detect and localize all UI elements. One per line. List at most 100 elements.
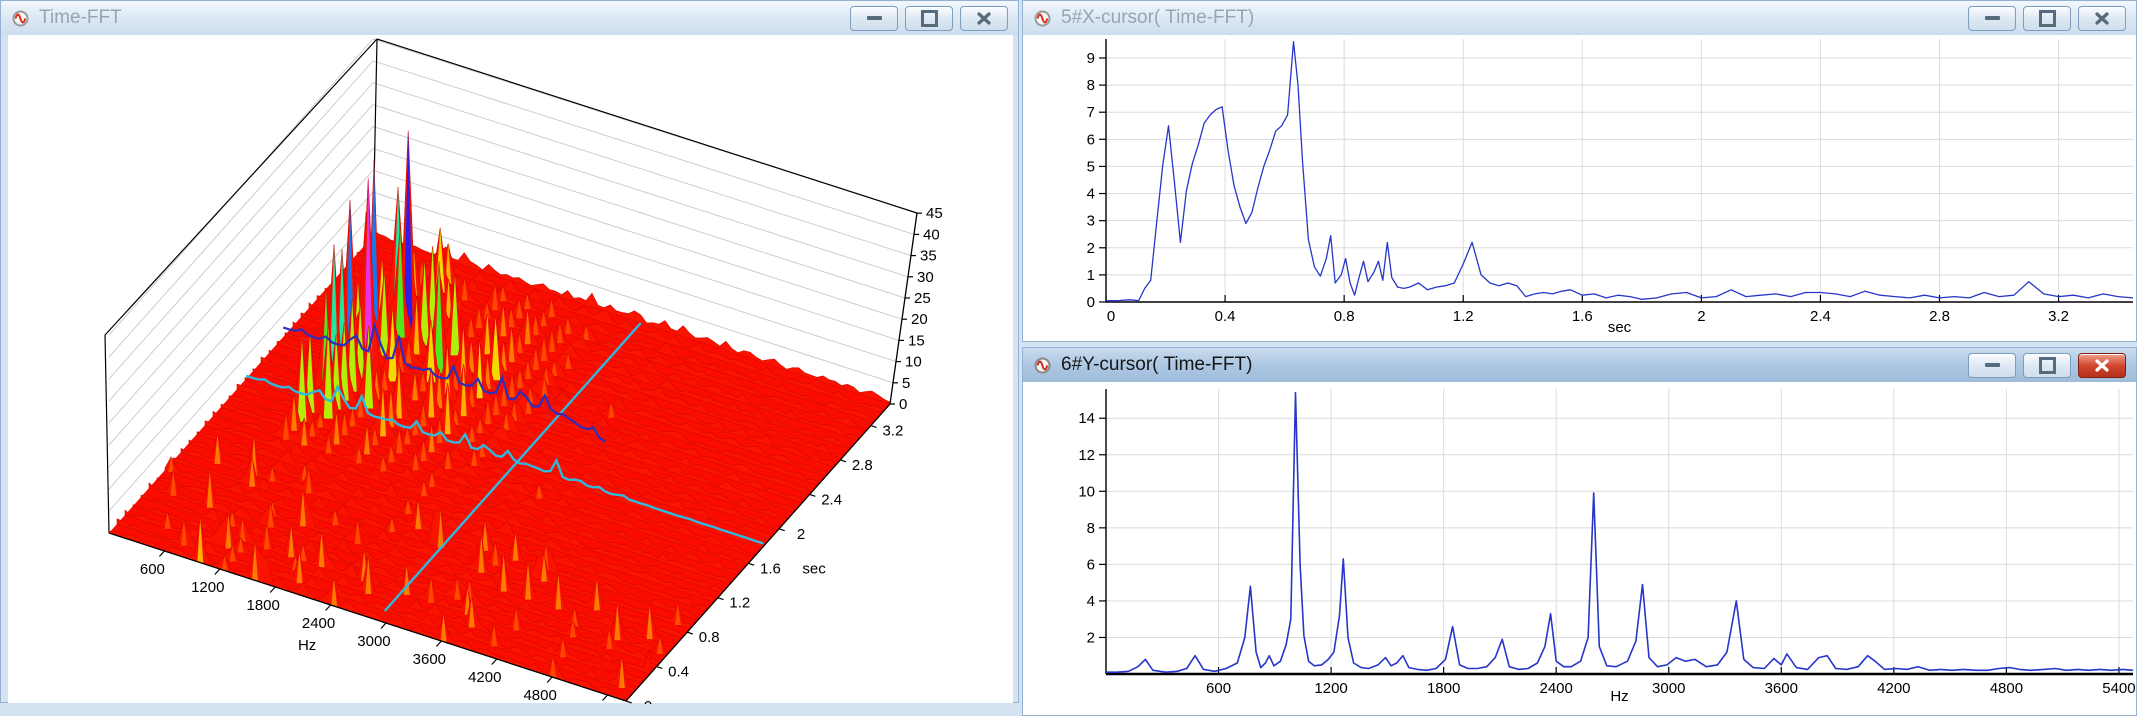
- y-tick-label: 6: [1087, 131, 1095, 148]
- close-icon: [2095, 12, 2109, 25]
- x-cursor-plot[interactable]: 00.40.81.21.622.42.83.20123456789sec: [1023, 35, 2136, 342]
- hz-tick-label: 1200: [191, 579, 224, 596]
- y-tick-label: 8: [1087, 77, 1095, 94]
- sec-tick-label: 1.6: [760, 560, 781, 577]
- sec-tick-label: 2.8: [852, 457, 873, 474]
- y-tick-label: 5: [1087, 158, 1095, 175]
- z-tick-label: 10: [905, 354, 922, 371]
- z-tick-label: 20: [911, 311, 928, 328]
- hz-tick-label: 4200: [468, 669, 501, 686]
- x-tick-label: 2.8: [1929, 308, 1950, 325]
- window-title: 5#X-cursor( Time-FFT): [1061, 7, 1254, 29]
- titlebar-time-fft[interactable]: Time-FFT: [1, 1, 1018, 36]
- y-tick-label: 8: [1087, 520, 1095, 537]
- minimize-icon: [867, 16, 882, 20]
- hz-tick-label: 3600: [413, 651, 446, 668]
- x-cursor-content: 00.40.81.21.622.42.83.20123456789sec: [1023, 35, 2136, 341]
- x-tick-label: 3.2: [2048, 308, 2069, 325]
- grid: [1106, 389, 2133, 674]
- y-tick-label: 2: [1087, 629, 1095, 646]
- close-button[interactable]: [2078, 6, 2126, 31]
- maximize-icon: [921, 10, 938, 27]
- y-tick-label: 7: [1087, 104, 1095, 121]
- x-tick-label: 0.4: [1215, 308, 1236, 325]
- y-tick-label: 6: [1087, 556, 1095, 573]
- window-title: Time-FFT: [39, 7, 122, 29]
- z-tick-label: 35: [920, 248, 937, 265]
- x-axis-title: sec: [1608, 319, 1632, 336]
- z-tick-label: 45: [926, 205, 943, 222]
- hz-axis-title: Hz: [298, 637, 316, 654]
- y-tick-label: 2: [1087, 240, 1095, 257]
- titlebar-x-cursor[interactable]: 5#X-cursor( Time-FFT): [1023, 1, 2136, 36]
- z-tick-label: 30: [917, 269, 934, 286]
- titlebar-y-cursor[interactable]: 6#Y-cursor( Time-FFT): [1023, 348, 2136, 383]
- maximize-button[interactable]: [2023, 6, 2071, 31]
- x-tick-label: 5400: [2102, 680, 2135, 697]
- y-tick-label: 1: [1087, 267, 1095, 284]
- signal-curve[interactable]: [1106, 42, 2133, 301]
- signal-wave-icon: [1033, 356, 1052, 375]
- window-controls: [1968, 353, 2126, 378]
- y-tick-label: 4: [1087, 593, 1095, 610]
- x-tick-label: 0.8: [1334, 308, 1355, 325]
- sec-axis-title: sec: [802, 560, 826, 577]
- sec-tick-label: 2.4: [821, 491, 842, 508]
- sec-tick-label: 0.8: [699, 629, 720, 646]
- y-cursor-content: 6001200180024003000360042004800540024681…: [1023, 382, 2136, 715]
- y-tick-label: 9: [1087, 50, 1095, 67]
- y-cursor-plot[interactable]: 6001200180024003000360042004800540024681…: [1023, 382, 2136, 715]
- y-tick-label: 14: [1078, 410, 1095, 427]
- y-tick-label: 10: [1078, 483, 1095, 500]
- x-tick-label: 4200: [1877, 680, 1910, 697]
- x-tick-label: 4800: [1990, 680, 2023, 697]
- x-tick-label: 1.6: [1572, 308, 1593, 325]
- hz-tick-label: 3000: [357, 633, 390, 650]
- y-tick-label: 4: [1087, 186, 1095, 203]
- grid: [1106, 39, 2133, 302]
- z-tick-label: 0: [899, 396, 907, 413]
- minimize-button[interactable]: [850, 6, 898, 31]
- fft3d-plot[interactable]: 60012001800240030003600420048005400Hz00.…: [1, 35, 1020, 704]
- x-tick-label: 600: [1206, 680, 1231, 697]
- sec-tick-label: 0.4: [668, 664, 689, 681]
- maximize-icon: [2039, 357, 2056, 374]
- minimize-button[interactable]: [1968, 353, 2016, 378]
- z-tick-label: 5: [902, 375, 910, 392]
- window-title: 6#Y-cursor( Time-FFT): [1061, 354, 1252, 376]
- axes: [1106, 39, 2133, 302]
- x-tick-label: 3600: [1765, 680, 1798, 697]
- hz-tick-label: 1800: [246, 597, 279, 614]
- minimize-icon: [1985, 363, 2000, 367]
- sec-tick-label: 2: [797, 526, 805, 543]
- z-tick-label: 40: [923, 226, 940, 243]
- y-tick-label: 12: [1078, 447, 1095, 464]
- maximize-button[interactable]: [905, 6, 953, 31]
- signal-curve[interactable]: [1106, 393, 2133, 673]
- sec-tick-label: 0: [644, 698, 652, 704]
- x-tick-label: 2: [1697, 308, 1705, 325]
- sec-tick-label: 1.2: [729, 595, 750, 612]
- mdi-desktop: { "app": {"background_color": "#d4e3f2",…: [0, 0, 2137, 716]
- sec-tick-label: 3.2: [882, 423, 903, 440]
- hz-tick-label: 600: [140, 561, 165, 578]
- axes: [1106, 389, 2133, 674]
- close-button[interactable]: [960, 6, 1008, 31]
- x-tick-label: 1800: [1427, 680, 1460, 697]
- close-icon: [2095, 359, 2109, 372]
- x-axis-title: Hz: [1610, 688, 1628, 705]
- x-tick-label: 2.4: [1810, 308, 1831, 325]
- minimize-button[interactable]: [1968, 6, 2016, 31]
- x-tick-label: 2400: [1540, 680, 1573, 697]
- maximize-button[interactable]: [2023, 353, 2071, 378]
- x-tick-label: 0: [1107, 308, 1115, 325]
- y-tick-label: 3: [1087, 213, 1095, 230]
- z-tick-label: 25: [914, 290, 931, 307]
- fft3d-content: 60012001800240030003600420048005400Hz00.…: [1, 35, 1018, 702]
- signal-wave-icon: [11, 9, 30, 28]
- z-tick-label: 15: [908, 332, 925, 349]
- minimize-icon: [1985, 16, 2000, 20]
- hz-tick-label: 4800: [523, 687, 556, 704]
- window-controls: [1968, 6, 2126, 31]
- close-button[interactable]: [2078, 353, 2126, 378]
